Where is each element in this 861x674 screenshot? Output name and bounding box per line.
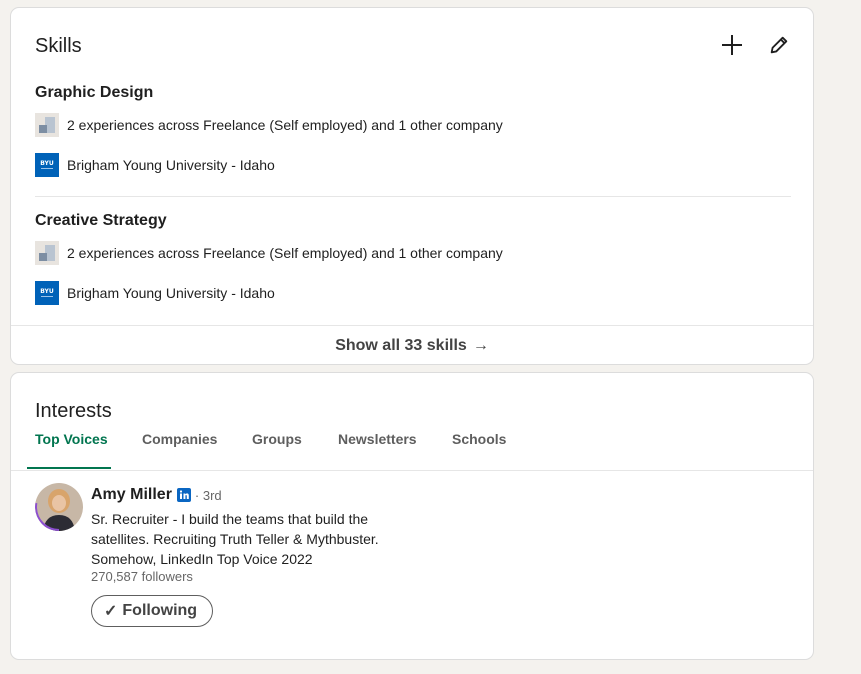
active-tab-indicator <box>27 467 111 469</box>
arrow-right-icon: → <box>472 337 489 354</box>
tab-companies[interactable]: Companies <box>142 431 217 471</box>
follower-count: 270,587 followers <box>91 569 193 584</box>
check-icon: ✓ <box>104 603 118 620</box>
tab-groups[interactable]: Groups <box>252 431 302 471</box>
skill-experience-text: 2 experiences across Freelance (Self emp… <box>67 117 503 133</box>
svg-text:BYU: BYU <box>40 288 54 295</box>
skills-title: Skills <box>35 35 82 57</box>
skill-education-row[interactable]: BYU Brigham Young University - Idaho <box>35 281 275 305</box>
tabs-divider <box>11 470 813 471</box>
skill-divider <box>35 196 791 197</box>
byu-idaho-logo-icon: BYU <box>35 153 59 177</box>
following-label: Following <box>122 602 198 619</box>
following-button[interactable]: ✓ Following <box>91 595 214 627</box>
show-all-skills-button[interactable]: Show all 33 skills → <box>11 326 813 364</box>
pencil-icon <box>770 36 788 54</box>
company-logo-icon <box>35 241 59 265</box>
skill-name[interactable]: Creative Strategy <box>35 212 167 230</box>
skills-card: Skills Graphic Design 2 experiences acro… <box>10 7 814 365</box>
skill-name[interactable]: Graphic Design <box>35 84 153 102</box>
skill-experience-row[interactable]: 2 experiences across Freelance (Self emp… <box>35 113 503 137</box>
interests-title: Interests <box>35 400 112 422</box>
avatar[interactable] <box>35 483 83 531</box>
svg-text:BYU: BYU <box>40 160 54 167</box>
skill-experience-row[interactable]: 2 experiences across Freelance (Self emp… <box>35 241 503 265</box>
profile-photo-icon <box>35 483 83 531</box>
interests-card: Interests Top Voices Companies Groups Ne… <box>10 372 814 660</box>
byu-idaho-logo-icon: BYU <box>35 281 59 305</box>
skill-education-text: Brigham Young University - Idaho <box>67 285 275 301</box>
linkedin-icon <box>176 488 191 502</box>
person-name-row[interactable]: Amy Miller · 3rd <box>91 486 222 504</box>
plus-icon <box>722 35 742 55</box>
company-logo-icon <box>35 113 59 137</box>
skill-experience-text: 2 experiences across Freelance (Self emp… <box>67 245 503 261</box>
skill-education-row[interactable]: BYU Brigham Young University - Idaho <box>35 153 275 177</box>
edit-skills-button[interactable] <box>763 29 795 61</box>
person-headline: Sr. Recruiter - I build the teams that b… <box>91 511 379 567</box>
tab-newsletters[interactable]: Newsletters <box>338 431 417 471</box>
connection-degree: · 3rd <box>194 487 222 503</box>
person-name: Amy Miller <box>91 486 172 503</box>
show-all-skills-label: Show all 33 skills <box>335 337 467 354</box>
add-skill-button[interactable] <box>716 29 748 61</box>
skill-education-text: Brigham Young University - Idaho <box>67 157 275 173</box>
tab-top-voices[interactable]: Top Voices <box>35 431 108 471</box>
tab-schools[interactable]: Schools <box>452 431 506 471</box>
